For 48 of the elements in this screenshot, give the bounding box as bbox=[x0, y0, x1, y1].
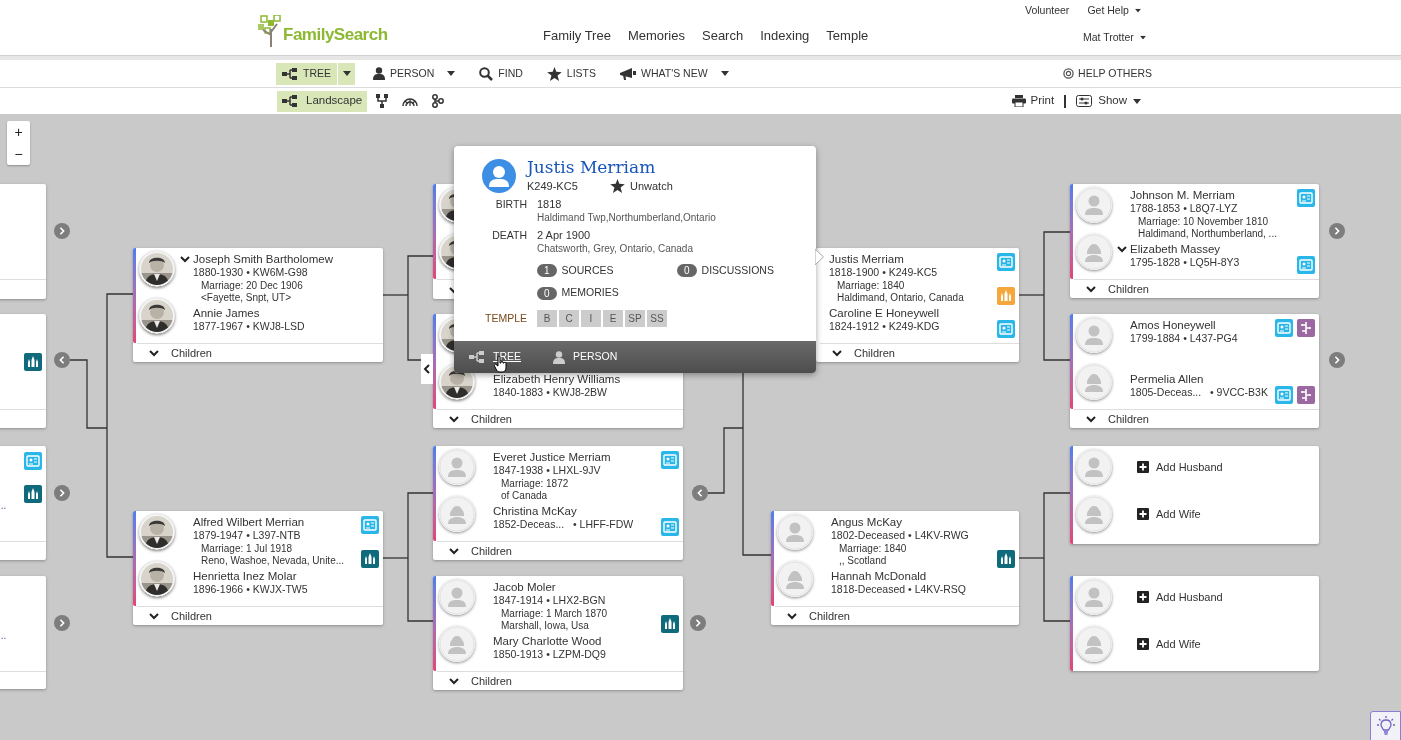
marriage-text: of Canada bbox=[501, 490, 549, 502]
ordinance-tag: B bbox=[537, 310, 557, 327]
person-dates: 1788-1853 • L8Q7-LYZ bbox=[1130, 202, 1239, 215]
marriage-text: Marriage: 1 March 1870 bbox=[501, 608, 609, 620]
marriage-text: Haldimand, Ontario, Canada bbox=[837, 292, 965, 304]
fact-place: Chatsworth, Grey, Ontario, Canada bbox=[537, 241, 693, 255]
person-dates: 1847-1914 • LHX2-BGN bbox=[493, 594, 607, 607]
person-dates: 1847-1938 • LHXL-9JV bbox=[493, 464, 602, 477]
fact-date: 1818 bbox=[537, 196, 563, 211]
fact-label: BIRTH bbox=[494, 196, 527, 212]
person-dates: 1852-Deceas... • LHFF-FDW bbox=[493, 518, 635, 531]
person-dates: 1840-1883 • KWJ8-2BW bbox=[493, 386, 608, 399]
person-id: K249-KC5 bbox=[527, 179, 579, 194]
person-dates: 1795-1828 • LQ5H-8Y3 bbox=[1130, 256, 1241, 269]
person-dates: 1877-1967 • KWJ8-LSD bbox=[193, 320, 306, 333]
marriage-text: Marshall, Iowa, Usa bbox=[501, 620, 590, 632]
person-dates: 1850-1913 • LZPM-DQ9 bbox=[493, 648, 607, 661]
fact-date: 2 Apr 1900 bbox=[537, 227, 592, 242]
marriage-text: Reno, Washoe, Nevada, Unite... bbox=[201, 555, 346, 567]
marriage-text: Marriage: 1 Jul 1918 bbox=[201, 543, 294, 555]
ordinance-tag: SS bbox=[647, 310, 667, 327]
person-dates: 1818-Deceased • L4KV-RSQ bbox=[831, 583, 967, 596]
marriage-text: Marriage: 1840 bbox=[837, 280, 906, 292]
person-dates: 1896-1966 • KWJX-TW5 bbox=[193, 583, 309, 596]
person-dates: 1880-1930 • KW6M-G98 bbox=[193, 266, 309, 279]
ordinance-tag: SP bbox=[625, 310, 645, 327]
fact-label: DEATH bbox=[491, 227, 527, 243]
fact-place: Haldimand Twp,Northumberland,Ontario bbox=[537, 210, 716, 224]
marriage-text: ,, Scotland bbox=[839, 555, 888, 567]
ordinance-tag: E bbox=[603, 310, 623, 327]
temple-label: TEMPLE bbox=[484, 310, 527, 326]
marriage-text: Marriage: 10 November 1810 bbox=[1138, 216, 1270, 228]
person-dates: 1802-Deceased • L4KV-RWG bbox=[831, 529, 970, 542]
person-dates: 1799-1884 • L437-PG4 bbox=[1130, 332, 1239, 345]
marriage-text: Marriage: 1872 bbox=[501, 478, 570, 490]
ordinance-tag: I bbox=[581, 310, 601, 327]
count-badge: 0 bbox=[677, 263, 697, 277]
count-badge: 1 bbox=[537, 263, 557, 277]
marriage-text: Marriage: 1840 bbox=[839, 543, 908, 555]
person-dates: 1805-Deceas... • 9VCC-B3K bbox=[1130, 386, 1269, 399]
count-badge: 0 bbox=[537, 286, 557, 300]
marriage-text: <Fayette, Snpt, UT> bbox=[201, 292, 293, 304]
person-dates: 1879-1947 • L397-NTB bbox=[193, 529, 302, 542]
marriage-text: Marriage: 20 Dec 1906 bbox=[201, 280, 304, 292]
marriage-text: Haldimand, Northumberland, ... bbox=[1138, 228, 1278, 240]
ordinance-tag: C bbox=[559, 310, 579, 327]
person-dates: 1824-1912 • K249-KDG bbox=[829, 320, 941, 333]
person-dates: 1818-1900 • K249-KC5 bbox=[829, 266, 939, 279]
